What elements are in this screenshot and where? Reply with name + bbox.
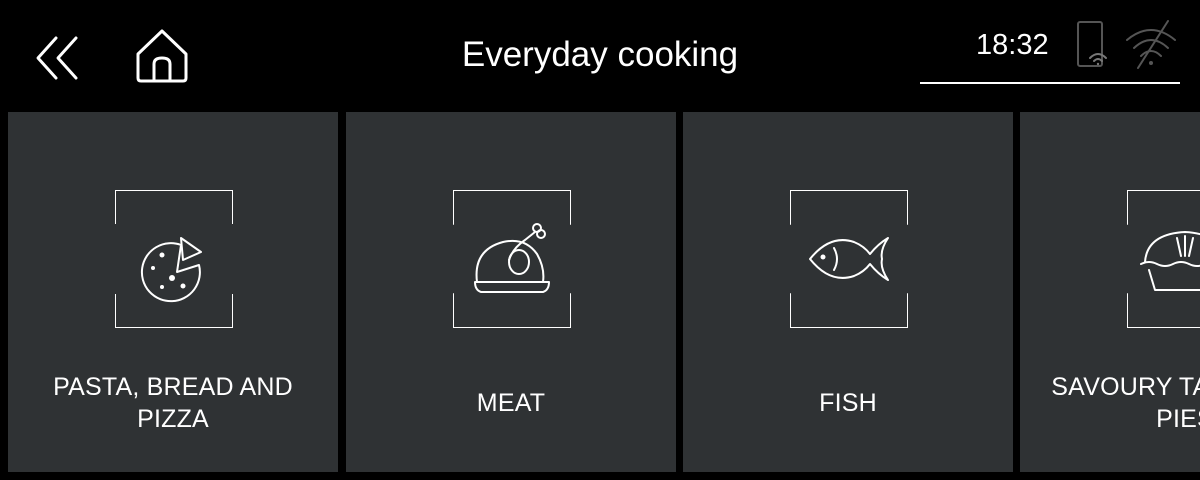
- category-tile-savoury-tarts[interactable]: SAVOURY TARTS AND PIES: [1020, 112, 1200, 472]
- pie-icon: [1127, 190, 1200, 328]
- home-button[interactable]: [132, 26, 192, 86]
- category-tile-pasta-bread-pizza[interactable]: PASTA, BREAD AND PIZZA: [8, 112, 338, 472]
- screen: Everyday cooking 18:32 PASTA, BREAD AND …: [0, 0, 1200, 480]
- header-bar: Everyday cooking 18:32: [0, 0, 1200, 112]
- status-area: 18:32: [920, 14, 1180, 84]
- category-tile-meat[interactable]: MEAT: [346, 112, 676, 472]
- home-icon: [136, 29, 188, 83]
- fish-icon: [790, 190, 908, 328]
- category-label: MEAT: [476, 389, 546, 417]
- roast-chicken-icon: [453, 190, 571, 328]
- phone-wifi-icon: [1077, 21, 1107, 67]
- back-button[interactable]: [30, 30, 86, 86]
- double-chevron-left-icon: [36, 36, 78, 80]
- category-label: SAVOURY TARTS AND PIES: [1051, 373, 1200, 433]
- page-title: Everyday cooking: [461, 35, 739, 74]
- pizza-icon: [115, 190, 233, 328]
- category-tile-fish[interactable]: FISH: [683, 112, 1013, 472]
- category-label: FISH: [819, 389, 877, 417]
- category-label: PASTA, BREAD AND PIZZA: [53, 373, 293, 433]
- clock-time: 18:32: [976, 29, 1049, 61]
- wifi-off-icon: [1126, 20, 1176, 69]
- category-grid: PASTA, BREAD AND PIZZA MEAT FISH SAVOURY…: [0, 112, 1200, 472]
